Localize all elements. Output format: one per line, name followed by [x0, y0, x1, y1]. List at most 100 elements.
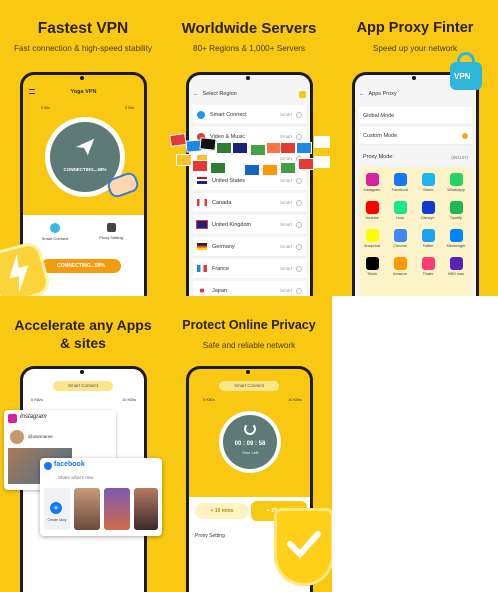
smart-connect-pill[interactable]: Smart Connect [219, 381, 279, 391]
panel-subtitle: Speed up your network [372, 44, 458, 53]
apps-icon [106, 223, 116, 232]
flag-bunting [166, 0, 332, 296]
flag-icon [262, 164, 278, 176]
proxy-mode-row: Proxy Mode: (86/137) [363, 154, 468, 160]
tiktok-icon [365, 257, 379, 270]
camera [412, 76, 416, 80]
flag-icon [199, 137, 217, 151]
instagram-icon [365, 173, 379, 186]
instagram-title: Instagram [20, 414, 47, 420]
speed-up: 10 KB/s [287, 397, 302, 402]
apps-grid: Instagram Facebook Vimeo WhatsApp Youtub… [359, 167, 472, 296]
youtube-icon [365, 201, 379, 214]
phone-frame: ← Apps Proxy Global Mode Custom Mode Pro… [352, 72, 479, 296]
app-item[interactable]: Amazon [389, 257, 411, 276]
camera [246, 76, 250, 80]
app-item[interactable]: Messenger [445, 229, 467, 248]
app-item[interactable]: Spotify [445, 201, 467, 220]
empty-area [332, 296, 498, 592]
proxy-setting-row[interactable]: Proxy Setting [195, 533, 225, 539]
app-item[interactable]: HBO max [445, 257, 467, 276]
hbo-icon [449, 257, 463, 270]
twitter-icon [421, 229, 435, 242]
panel-title: Fastest VPN [37, 20, 129, 37]
smart-connect-option[interactable]: Smart Connect [29, 223, 81, 241]
chrome-icon [393, 229, 407, 242]
facebook-icon [393, 173, 407, 186]
hulu-icon [393, 201, 407, 214]
flag-icon [176, 154, 192, 166]
speed-up: 10 KB/s [121, 397, 136, 402]
app-item[interactable]: WhatsApp [445, 173, 467, 192]
app-item[interactable]: Vimeo [417, 173, 439, 192]
post-prompt[interactable]: Share what's new [58, 475, 93, 480]
app-item[interactable]: Snapchat [361, 229, 383, 248]
speed-up: 0 B/s [124, 105, 134, 110]
shield-icon [274, 508, 332, 586]
panel-fastest-vpn: Fastest VPN Fast connection & high-speed… [0, 0, 166, 296]
facebook-icon [44, 462, 52, 470]
add-10-mins-button[interactable]: + 10 mins [195, 503, 249, 519]
create-story-tile[interactable]: + Create story [44, 488, 70, 530]
app-item[interactable]: Twitter [417, 229, 439, 248]
radio-selected-icon [462, 132, 468, 139]
app-item[interactable]: Disney+ [417, 201, 439, 220]
panel-subtitle: Safe and reliable network [202, 341, 296, 350]
story-thumbnail[interactable] [134, 488, 158, 530]
panel-worldwide-servers: Worldwide Servers 80+ Regions & 1,000+ S… [166, 0, 332, 296]
app-item[interactable]: Facebook [389, 173, 411, 192]
snapchat-icon [365, 229, 379, 242]
app-item[interactable]: Tiktok [361, 257, 383, 276]
global-mode-option[interactable]: Global Mode [359, 107, 472, 125]
app-item[interactable]: Tinder [417, 257, 439, 276]
panel-app-proxy: App Proxy Finter Speed up your network ←… [332, 0, 498, 296]
whatsapp-icon [449, 173, 463, 186]
story-thumbnail[interactable] [104, 488, 130, 530]
app-item[interactable]: Youtube [361, 201, 383, 220]
flag-icon [250, 144, 266, 156]
speed-down: 0 B/s [41, 105, 51, 110]
flag-icon [280, 162, 296, 174]
panel-title: Protect Online Privacy [182, 318, 316, 332]
camera [246, 370, 250, 374]
disney-icon [421, 201, 435, 214]
send-icon [75, 138, 95, 156]
speed-down: 0 KB/s [203, 397, 215, 402]
instagram-icon [8, 414, 17, 423]
app-item[interactable]: Instagram [361, 173, 383, 192]
facebook-title: facebook [54, 461, 85, 468]
timer-label: Time Left [241, 450, 259, 455]
panel-protect-privacy: Protect Online Privacy Safe and reliable… [166, 296, 332, 592]
avatar [10, 430, 24, 444]
plus-icon: + [50, 502, 62, 514]
flag-icon [314, 136, 330, 148]
username: @username [28, 434, 53, 439]
power-button[interactable]: 00 : 09 : 58 Time Left [223, 415, 277, 469]
vpn-lock-icon: VPN [450, 52, 482, 90]
back-arrow-icon[interactable]: ← [359, 91, 365, 97]
vimeo-icon [421, 173, 435, 186]
custom-mode-option[interactable]: Custom Mode [359, 127, 472, 145]
panel-title: App Proxy Finter [356, 20, 474, 36]
smart-connect-pill[interactable]: Smart Connect [53, 381, 113, 391]
facebook-card: facebook Share what's new + Create story [40, 458, 162, 536]
timer-ring: 00 : 09 : 58 Time Left [219, 411, 281, 473]
spotify-icon [449, 201, 463, 214]
flag-icon [232, 142, 248, 154]
connecting-pill[interactable]: CONNECTING...58% [41, 259, 121, 273]
flag-icon [280, 142, 296, 154]
power-icon [244, 423, 256, 435]
app-item[interactable]: Chrome [389, 229, 411, 248]
app-header: Yoga VPN [70, 89, 97, 95]
app-item[interactable]: Hulu [389, 201, 411, 220]
vpn-badge: VPN [454, 72, 471, 81]
globe-icon [50, 223, 60, 233]
tinder-icon [421, 257, 435, 270]
flag-icon [169, 132, 187, 148]
phone-screen: ← Apps Proxy Global Mode Custom Mode Pro… [355, 75, 476, 296]
menu-icon[interactable] [29, 89, 35, 94]
story-thumbnail[interactable] [74, 488, 100, 530]
proxy-setting-option[interactable]: Proxy Setting [85, 223, 137, 240]
flag-icon [226, 164, 242, 176]
camera [80, 76, 84, 80]
